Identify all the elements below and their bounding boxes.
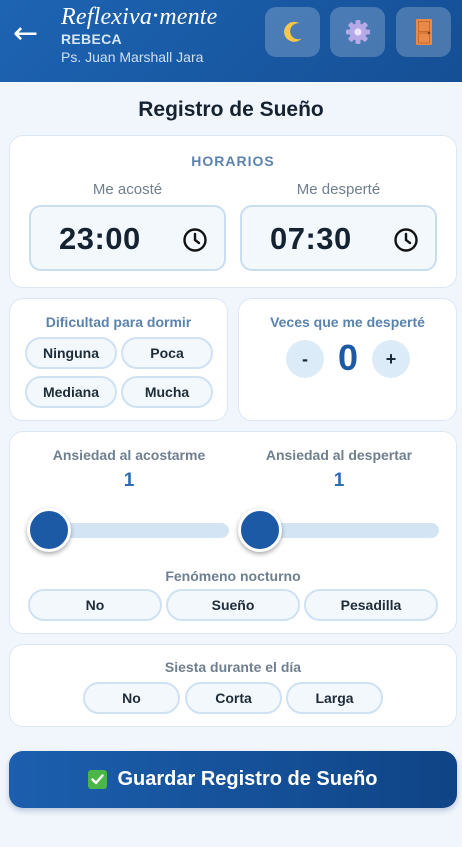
back-button[interactable]: ←	[13, 17, 49, 51]
wake-anxiety-label: Ansiedad al despertar	[265, 447, 413, 463]
wake-time-label: Me desperté	[296, 181, 381, 198]
save-button-label: Guardar Registro de Sueño	[117, 768, 378, 790]
awakenings-count: 0	[337, 337, 359, 378]
bed-anxiety-value: 1	[123, 470, 135, 491]
phenomenon-option-no[interactable]: No	[28, 589, 162, 621]
nap-heading: Siesta durante el día	[164, 659, 302, 675]
wake-time-value: 07:30	[270, 221, 352, 256]
bed-time-label: Me acosté	[92, 181, 163, 198]
nap-card: Siesta durante el día No Corta Larga	[9, 644, 457, 727]
anxiety-card: Ansiedad al acostarme 1 Ansiedad al desp…	[9, 431, 457, 634]
schedule-heading: HORARIOS	[191, 153, 275, 169]
difficulty-option-ninguna[interactable]: Ninguna	[25, 337, 117, 369]
nap-option-no[interactable]: No	[83, 682, 180, 714]
arrow-left-icon: ←	[13, 16, 39, 51]
schedule-card: HORARIOS Me acosté Me desperté 23:00 07:…	[9, 135, 457, 288]
page-title: Registro de Sueño	[138, 98, 324, 121]
bed-anxiety-slider-thumb[interactable]	[27, 508, 71, 552]
awakenings-card: Veces que me desperté - 0 +	[238, 298, 457, 421]
moon-icon	[283, 21, 302, 42]
awakenings-heading: Veces que me desperté	[270, 314, 425, 330]
clock-icon	[183, 228, 207, 252]
difficulty-heading: Dificultad para dormir	[45, 314, 192, 330]
therapist-name: Ps. Juan Marshall Jara	[61, 49, 204, 65]
brand-logo: Reflexiva•mente	[61, 4, 218, 30]
decrement-button[interactable]: -	[286, 340, 324, 378]
bed-anxiety-label: Ansiedad al acostarme	[52, 447, 206, 463]
save-sleep-record-button[interactable]: Guardar Registro de Sueño	[9, 751, 457, 808]
nap-option-larga[interactable]: Larga	[286, 682, 383, 714]
clock-icon	[394, 228, 418, 252]
night-phenomenon-heading: Fenómeno nocturno	[165, 568, 301, 584]
theme-toggle-button[interactable]	[265, 7, 320, 57]
bed-time-value: 23:00	[59, 221, 141, 256]
nap-option-corta[interactable]: Corta	[185, 682, 282, 714]
difficulty-option-mucha[interactable]: Mucha	[121, 376, 213, 408]
increment-button[interactable]: +	[372, 340, 410, 378]
phenomenon-option-sueno[interactable]: Sueño	[166, 589, 300, 621]
wake-anxiety-slider-thumb[interactable]	[238, 508, 282, 552]
difficulty-card: Dificultad para dormir Ninguna Poca Medi…	[9, 298, 228, 421]
app-header: ← Reflexiva•mente REBECA Ps. Juan Marsha…	[0, 0, 462, 82]
difficulty-option-poca[interactable]: Poca	[121, 337, 213, 369]
difficulty-option-mediana[interactable]: Mediana	[25, 376, 117, 408]
door-icon	[415, 19, 432, 45]
wake-anxiety-value: 1	[333, 470, 345, 491]
check-box-icon	[88, 770, 108, 789]
settings-button[interactable]	[330, 7, 385, 57]
phenomenon-option-pesadilla[interactable]: Pesadilla	[304, 589, 438, 621]
patient-name: REBECA	[61, 31, 122, 47]
gear-icon	[345, 20, 370, 44]
logout-button[interactable]	[396, 7, 451, 57]
bed-time-input[interactable]: 23:00	[29, 205, 226, 271]
wake-time-input[interactable]: 07:30	[240, 205, 437, 271]
